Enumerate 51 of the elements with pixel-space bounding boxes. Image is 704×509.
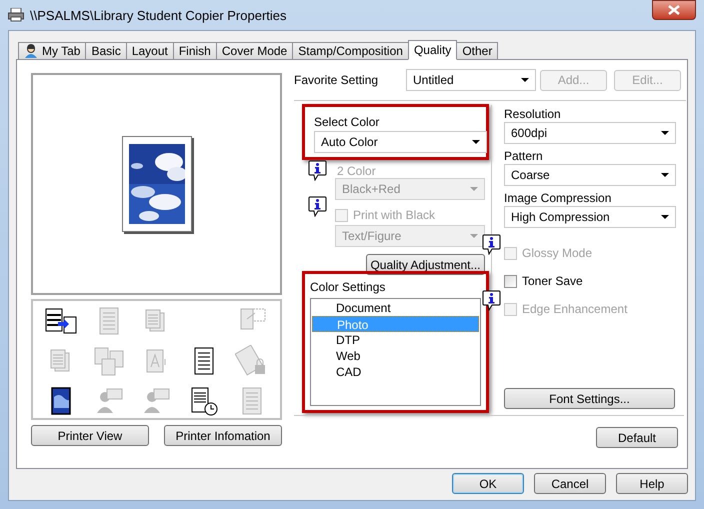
printer-icon bbox=[8, 8, 24, 22]
two-color-label: 2 Color bbox=[337, 163, 376, 180]
list-item[interactable]: DTP bbox=[312, 332, 479, 348]
list-item[interactable]: CAD bbox=[312, 364, 479, 380]
dropdown[interactable]: 600dpi bbox=[504, 122, 676, 144]
dropdown-arrow-icon bbox=[470, 234, 478, 238]
option-label: Edge Enhancement bbox=[522, 301, 628, 318]
color-settings-label: Color Settings bbox=[310, 280, 386, 294]
dropdown-arrow-icon bbox=[661, 131, 669, 135]
list-item[interactable]: Document bbox=[312, 300, 479, 316]
setting-label: Resolution bbox=[504, 106, 562, 122]
dropdown[interactable]: High Compression bbox=[504, 206, 676, 228]
button[interactable]: Help bbox=[616, 473, 688, 494]
tab[interactable]: Cover Mode bbox=[216, 42, 294, 60]
button[interactable]: Cancel bbox=[534, 473, 606, 494]
tab[interactable]: Layout bbox=[126, 42, 174, 60]
dropdown[interactable]: Coarse bbox=[504, 164, 676, 186]
tab[interactable]: Other bbox=[456, 42, 498, 60]
setting-label: Image Compression bbox=[504, 190, 612, 206]
button[interactable]: Printer Infomation bbox=[164, 425, 282, 446]
list-item[interactable]: Web bbox=[312, 348, 479, 364]
tab[interactable]: Stamp/Composition bbox=[292, 42, 409, 60]
button[interactable]: Font Settings... bbox=[504, 388, 675, 409]
dropdown[interactable]: Untitled bbox=[406, 69, 536, 91]
button[interactable]: OK bbox=[452, 473, 524, 494]
dropdown-arrow-icon bbox=[472, 140, 480, 144]
window-title: \\PSALMS\Library Student Copier Properties bbox=[30, 7, 287, 25]
print-option-label: Print with Black bbox=[353, 207, 436, 224]
favorite-setting-label: Favorite Setting bbox=[294, 72, 380, 89]
option-label: Glossy Mode bbox=[522, 245, 592, 262]
dropdown-arrow-icon bbox=[521, 78, 529, 82]
info-icon bbox=[308, 160, 327, 181]
close-button[interactable] bbox=[652, 0, 696, 20]
select-color-label: Select Color bbox=[314, 115, 380, 129]
setting-label: Pattern bbox=[504, 148, 544, 164]
info-icon bbox=[482, 234, 501, 255]
tab[interactable]: Quality bbox=[408, 40, 458, 60]
dropdown-arrow-icon bbox=[661, 173, 669, 177]
tab[interactable]: Basic bbox=[85, 42, 127, 60]
dropdown[interactable]: Auto Color bbox=[314, 131, 487, 153]
checkbox[interactable] bbox=[504, 274, 517, 288]
option-label: Toner Save bbox=[522, 273, 583, 290]
close-icon bbox=[668, 5, 680, 15]
tab[interactable]: My Tab bbox=[18, 42, 86, 60]
button[interactable]: Default bbox=[596, 427, 678, 448]
person-icon bbox=[24, 44, 38, 58]
button[interactable]: Printer View bbox=[31, 425, 149, 446]
info-icon bbox=[308, 196, 327, 217]
dropdown-arrow-icon bbox=[661, 215, 669, 219]
dropdown-arrow-icon bbox=[470, 187, 478, 191]
tab[interactable]: Finish bbox=[172, 42, 217, 60]
